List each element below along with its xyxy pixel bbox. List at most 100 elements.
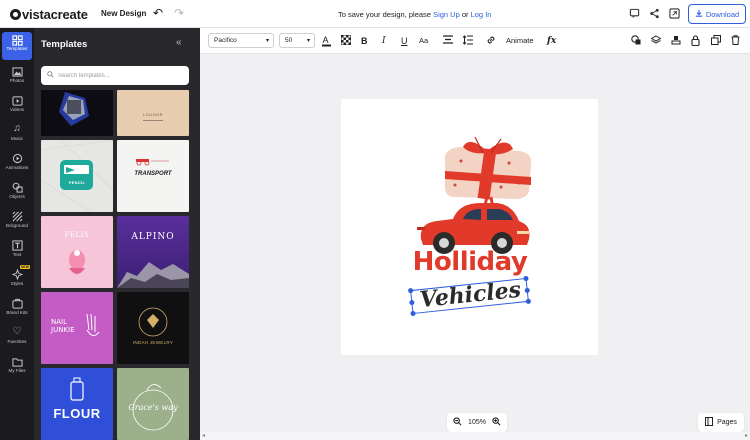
styles-icon [11,267,23,281]
color-fill-icon[interactable] [631,35,641,48]
duplicate-icon[interactable] [711,35,721,48]
template-thumb[interactable]: FELIS [41,216,113,288]
template-text: Grace's way [128,403,178,412]
redo-icon[interactable]: ↷ [174,6,184,20]
layers-icon[interactable] [650,35,662,48]
log-in-link[interactable]: Log In [471,10,492,19]
template-text: PENCIL [68,180,86,185]
zoom-level: 105% [468,419,486,426]
svg-text:A: A [323,35,329,45]
template-thumb[interactable]: FLOUR [41,368,113,440]
underline-icon[interactable]: U [401,35,408,47]
panel-title: Templates [41,39,88,50]
animate-button[interactable]: Animate [506,35,534,47]
rail-item-photos[interactable]: Photos [2,64,32,92]
template-thumb[interactable]: TRANSPORT [117,140,189,212]
headline-text[interactable]: Holliday [409,247,531,277]
text-case-button[interactable]: Aa [419,35,428,47]
undo-icon[interactable]: ↶ [153,6,163,20]
resize-icon[interactable] [668,8,680,20]
save-message-text: To save your design, please [338,10,434,19]
rail-item-brand-kits[interactable]: Brand Kits [2,296,32,324]
position-icon[interactable] [671,35,681,48]
zoom-control: 105% [447,413,507,432]
chevron-down-icon: ▾ [265,38,269,44]
template-thumb[interactable]: ALPINO [117,216,189,288]
pages-button[interactable]: Pages [698,413,744,432]
scroll-right-icon[interactable]: ▸ [745,432,748,439]
rail-label: My Files [8,368,26,373]
vistacreate-logo[interactable]: vistacreate [10,7,88,22]
effects-button[interactable]: fx [547,35,556,47]
heart-icon: ♡ [12,326,22,337]
collapse-panel-icon[interactable]: « [176,37,182,48]
scroll-left-icon[interactable]: ◂ [202,432,205,439]
template-text: LOUHOR [142,112,164,117]
objects-icon [12,180,23,194]
transparency-icon[interactable] [340,34,352,48]
rail-label: Bckground [6,223,28,228]
rail-label: Videos [10,107,24,112]
rail-label: Text [12,252,22,257]
photo-icon [11,64,23,78]
template-thumb[interactable]: NAIL JUNKIE [41,292,113,364]
panel-scrollbar[interactable] [194,93,197,433]
template-thumb[interactable]: PENCIL [41,140,113,212]
template-thumb[interactable]: LOUHOR [117,90,189,136]
bold-icon[interactable]: B [361,35,368,47]
lock-icon[interactable] [691,35,700,49]
text-icon [11,238,23,252]
share-icon[interactable] [648,8,660,20]
template-text: TRANSPORT [134,171,172,177]
holliday-vehicles-artwork [417,136,532,254]
background-icon [12,209,23,223]
template-thumb[interactable]: Grace's way [117,368,189,440]
horizontal-scrollbar[interactable]: ◂ ▸ [200,432,750,440]
rail-label: Photos [9,78,25,83]
rail-item-animations[interactable]: Animations [2,151,32,179]
sign-up-link[interactable]: Sign Up [433,10,460,19]
rail-item-templates[interactable]: Templates [2,32,32,60]
zoom-in-icon[interactable] [492,417,501,428]
rail-label: Animations [5,165,29,170]
save-message-or: or [459,10,471,19]
download-label: Download [705,9,740,19]
search-input[interactable] [58,72,178,79]
template-search[interactable] [41,66,189,85]
rail-label: Styles [10,281,24,286]
rail-item-videos[interactable]: Videos [2,93,32,121]
rail-item-background[interactable]: Bckground [2,209,32,237]
animation-icon [12,151,23,165]
delete-icon[interactable] [731,35,740,48]
pages-icon [705,417,714,428]
template-thumb[interactable]: INDAH JEWELRY [117,292,189,364]
rail-item-music[interactable]: ♫ Music [2,122,32,150]
rail-item-styles[interactable]: NEW Styles [2,265,32,295]
design-canvas[interactable]: Holliday Vehicles [341,99,598,355]
rail-item-favorites[interactable]: ♡ Favorites [2,325,32,353]
text-color-icon[interactable]: A [321,34,332,50]
video-icon [11,93,23,107]
search-icon [47,71,54,80]
rail-item-objects[interactable]: Objects [2,180,32,208]
link-icon[interactable] [486,35,496,48]
new-design-button[interactable]: New Design [101,9,146,18]
italic-icon[interactable]: I [382,35,386,47]
font-size-select[interactable]: 50 ▾ [279,33,315,48]
download-button[interactable]: Download [688,4,746,24]
rail-item-text[interactable]: Text [2,238,32,266]
font-family-select[interactable]: Pacifico ▾ [208,33,274,48]
align-center-icon[interactable] [443,35,453,47]
comment-icon[interactable] [628,8,640,20]
templates-icon [11,32,23,46]
rail-label: Music [11,136,23,141]
rail-item-my-files[interactable]: My Files [2,354,32,382]
template-text: FLOUR [53,406,101,421]
text-toolbar: Pacifico ▾ 50 ▾ A B I U Aa Animate fx [200,28,750,54]
folder-icon [11,354,23,368]
font-size-value: 50 [285,37,293,44]
pages-label: Pages [717,419,737,426]
line-spacing-icon[interactable] [462,35,473,48]
zoom-out-icon[interactable] [453,417,462,428]
template-thumb[interactable] [41,90,113,136]
